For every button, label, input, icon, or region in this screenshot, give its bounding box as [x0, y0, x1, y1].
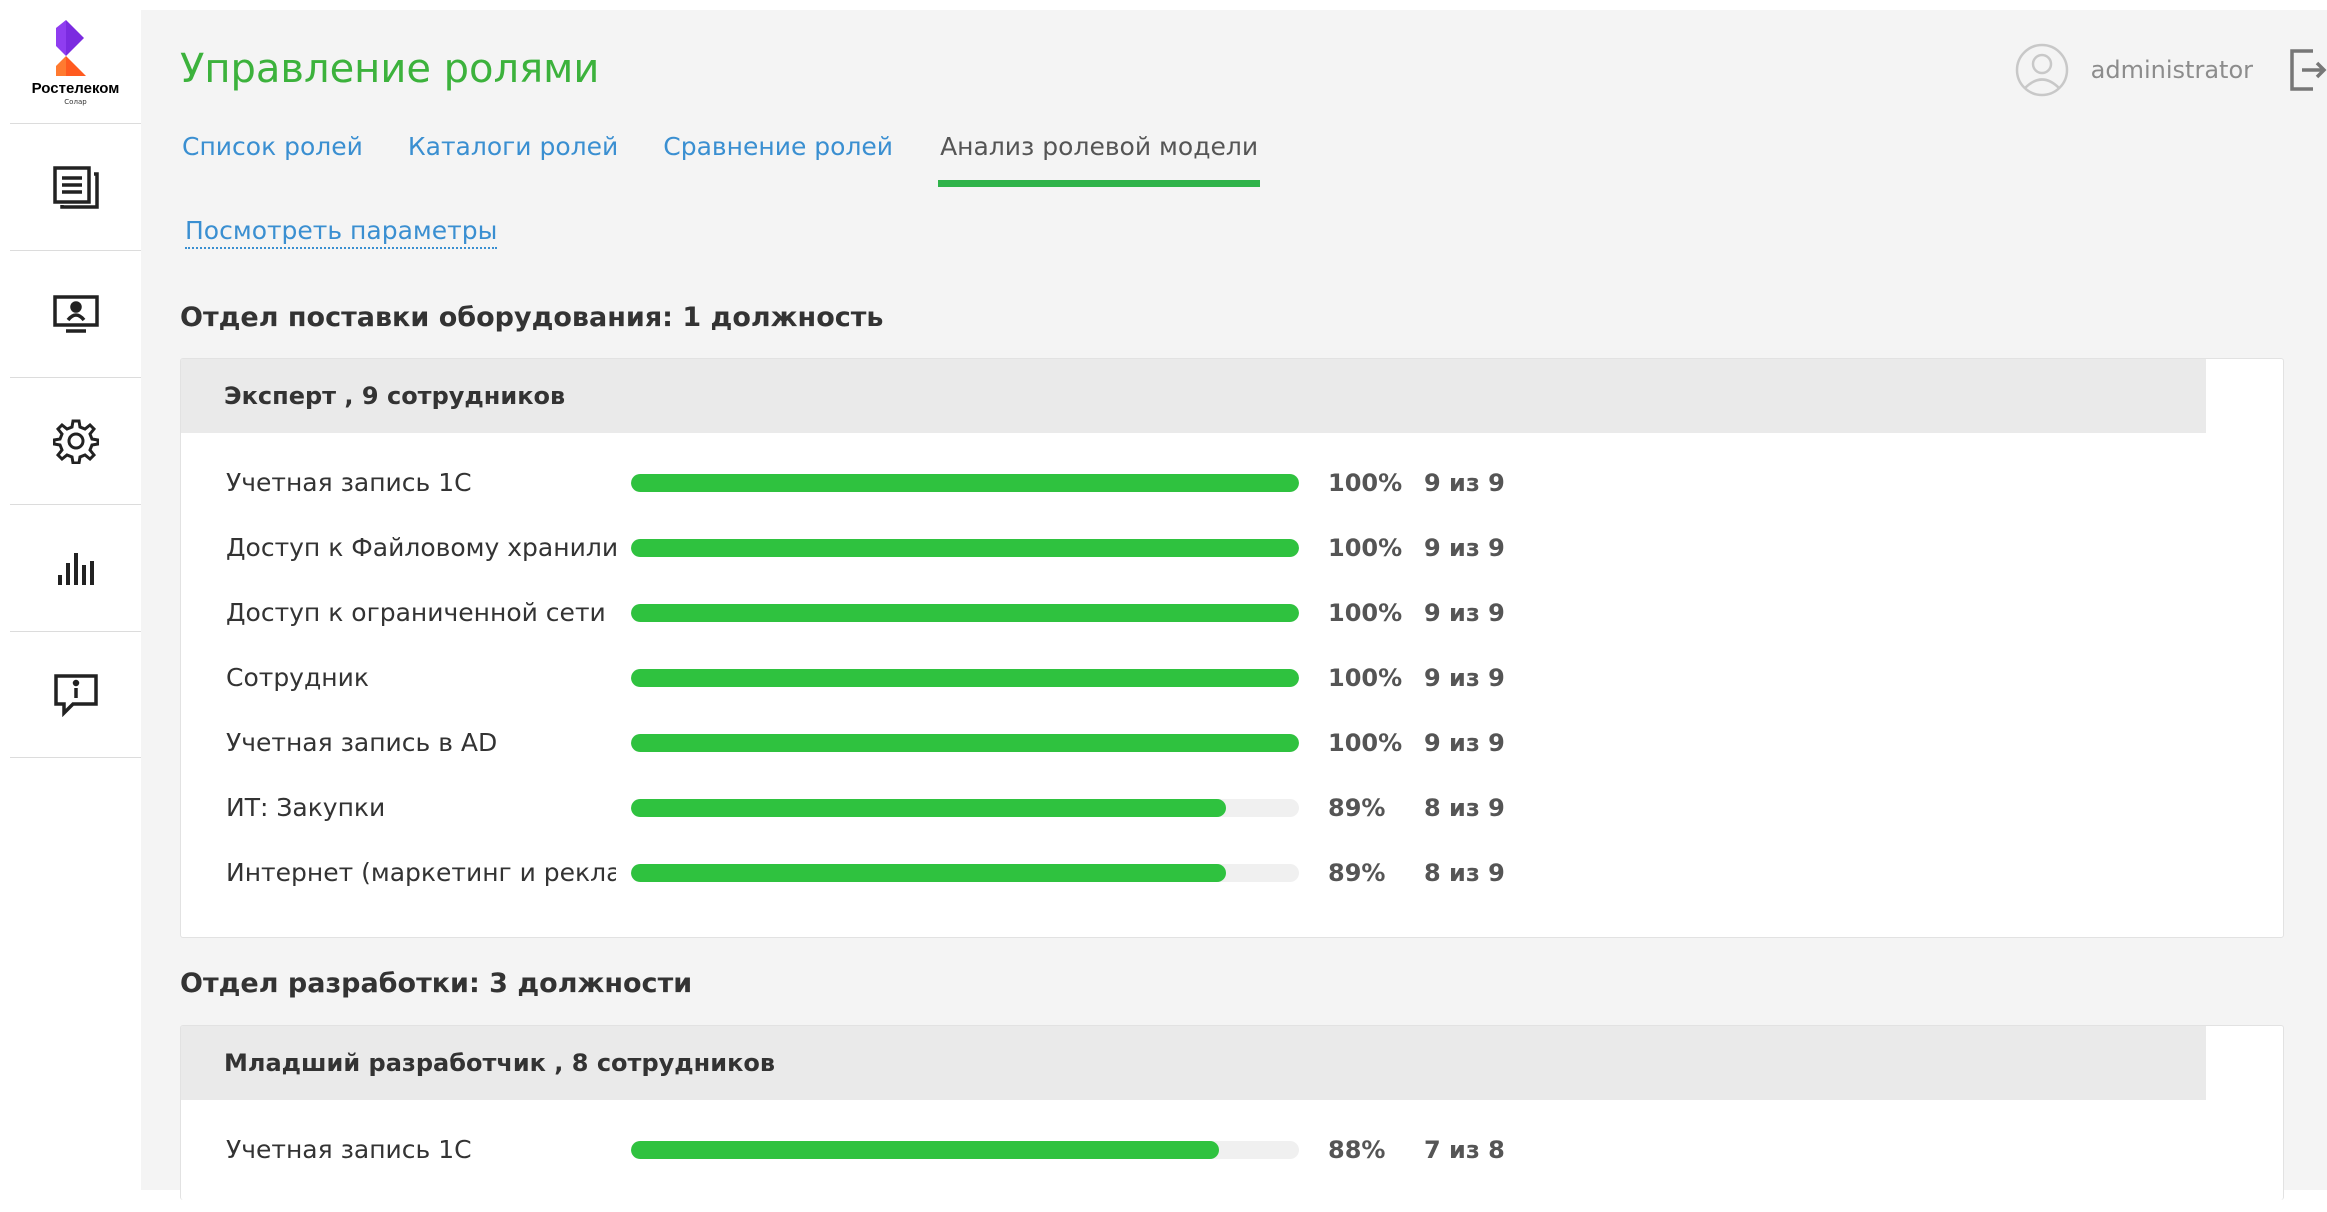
bar-chart-icon — [57, 553, 94, 585]
tab-bar: Список ролей Каталоги ролей Сравнение ро… — [182, 132, 1305, 192]
role-label: Учетная запись 1С — [226, 468, 472, 497]
brand-logo[interactable]: Ростелеком Солар — [10, 20, 141, 115]
role-percent: 88% — [1328, 1135, 1386, 1164]
tab-role-catalogs[interactable]: Каталоги ролей — [408, 132, 618, 187]
role-count: 9 из 9 — [1424, 663, 1505, 692]
role-row: Сотрудник 100% 9 из 9 — [181, 645, 2283, 710]
tab-role-model-analysis[interactable]: Анализ ролевой модели — [938, 132, 1261, 187]
tab-role-list[interactable]: Список ролей — [182, 132, 363, 187]
brand-name: Ростелеком — [31, 80, 120, 97]
role-count: 9 из 9 — [1424, 468, 1505, 497]
role-count: 9 из 9 — [1424, 728, 1505, 757]
section-title: Отдел разработки: 3 должности — [180, 968, 693, 999]
position-card: Младший разработчик , 8 сотрудников Учет… — [180, 1025, 2284, 1200]
page-title: Управление ролями — [180, 46, 600, 92]
section-title: Отдел поставки оборудования: 1 должность — [180, 302, 884, 333]
role-label: Доступ к ограниченной сети ... — [226, 598, 616, 627]
sidebar: Ростелеком Солар — [0, 0, 141, 1212]
progress-bar — [631, 538, 1299, 557]
role-percent: 100% — [1328, 468, 1403, 497]
progress-fill — [631, 473, 1299, 492]
progress-bar — [631, 603, 1299, 622]
user-panel: administrator — [2015, 42, 2327, 98]
role-row: Интернет (маркетинг и рекла... 89% 8 из … — [181, 840, 2283, 905]
position-header[interactable]: Эксперт , 9 сотрудников — [181, 359, 2206, 433]
position-card: Эксперт , 9 сотрудников Учетная запись 1… — [180, 358, 2284, 938]
gear-icon — [52, 419, 99, 464]
sidebar-item-feedback[interactable] — [10, 631, 141, 758]
role-row: ИТ: Закупки 89% 8 из 9 — [181, 775, 2283, 840]
role-label: Учетная запись в AD — [226, 728, 498, 757]
monitor-user-icon — [52, 295, 99, 333]
role-label: Сотрудник — [226, 663, 369, 692]
rostelecom-logo-icon — [55, 20, 86, 76]
progress-bar — [631, 1140, 1299, 1159]
progress-bar — [631, 668, 1299, 687]
role-percent: 100% — [1328, 598, 1403, 627]
role-label: ИТ: Закупки — [226, 793, 386, 822]
role-row: Учетная запись 1С 88% 7 из 8 — [181, 1117, 2283, 1182]
tab-role-comparison[interactable]: Сравнение ролей — [663, 132, 893, 187]
role-row: Учетная запись в AD 100% 9 из 9 — [181, 710, 2283, 775]
role-percent: 89% — [1328, 793, 1386, 822]
progress-fill — [631, 798, 1226, 817]
document-list-icon — [52, 166, 99, 209]
position-header[interactable]: Младший разработчик , 8 сотрудников — [181, 1026, 2206, 1100]
progress-fill — [631, 603, 1299, 622]
role-percent: 100% — [1328, 663, 1403, 692]
role-row: Учетная запись 1С 100% 9 из 9 — [181, 450, 2283, 515]
role-row: Доступ к Файловому хранили... 100% 9 из … — [181, 515, 2283, 580]
progress-bar — [631, 473, 1299, 492]
progress-bar — [631, 798, 1299, 817]
logout-icon[interactable] — [2289, 48, 2327, 92]
info-message-icon — [53, 673, 98, 717]
progress-fill — [631, 863, 1226, 882]
sidebar-item-reports[interactable] — [10, 504, 141, 631]
main-content: Управление ролями administrator Список р… — [141, 10, 2327, 1200]
user-avatar-icon[interactable] — [2015, 43, 2069, 97]
user-name[interactable]: administrator — [2091, 56, 2253, 84]
sidebar-item-monitor[interactable] — [10, 250, 141, 377]
view-parameters-link[interactable]: Посмотреть параметры — [185, 216, 498, 249]
progress-bar — [631, 733, 1299, 752]
role-percent: 100% — [1328, 533, 1403, 562]
role-row: Доступ к ограниченной сети ... 100% 9 из… — [181, 580, 2283, 645]
role-count: 7 из 8 — [1424, 1135, 1505, 1164]
role-count: 8 из 9 — [1424, 858, 1505, 887]
role-count: 8 из 9 — [1424, 793, 1505, 822]
progress-fill — [631, 538, 1299, 557]
progress-fill — [631, 668, 1299, 687]
progress-fill — [631, 1140, 1219, 1159]
role-percent: 89% — [1328, 858, 1386, 887]
progress-bar — [631, 863, 1299, 882]
role-label: Интернет (маркетинг и рекла... — [226, 858, 616, 887]
role-count: 9 из 9 — [1424, 598, 1505, 627]
brand-subtitle: Солар — [64, 98, 87, 106]
role-percent: 100% — [1328, 728, 1403, 757]
role-count: 9 из 9 — [1424, 533, 1505, 562]
sidebar-item-settings[interactable] — [10, 377, 141, 504]
role-label: Учетная запись 1С — [226, 1135, 472, 1164]
sidebar-item-documents[interactable] — [10, 123, 141, 250]
role-label: Доступ к Файловому хранили... — [226, 533, 616, 562]
progress-fill — [631, 733, 1299, 752]
